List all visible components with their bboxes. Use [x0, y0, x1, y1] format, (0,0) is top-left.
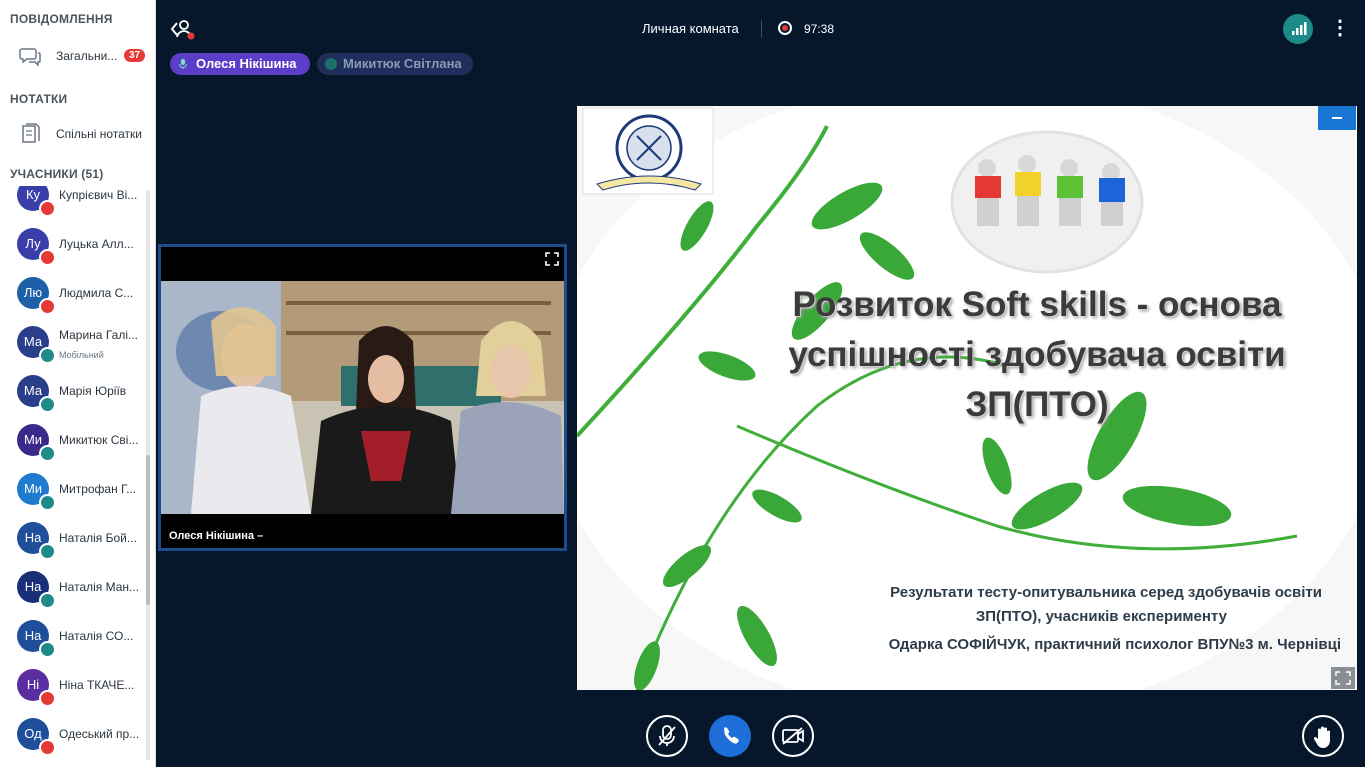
participant-item[interactable]: Ку Купрієвич Ві...	[0, 186, 148, 220]
video-name-label: Олеся Нікішина –	[169, 530, 264, 542]
participant-name: Ніна ТКАЧЕ...	[59, 678, 135, 692]
recording-timer: 97:38	[804, 22, 835, 36]
participant-name: Наталія Бой...	[59, 531, 137, 545]
participant-name: Микитюк Сві...	[59, 433, 139, 447]
chat-icon	[19, 48, 41, 67]
signal-icon	[1292, 22, 1307, 35]
listen-only-icon	[39, 543, 56, 560]
participant-item[interactable]: На Наталія Бой...	[0, 514, 148, 563]
phone-icon	[724, 727, 739, 744]
camera-button[interactable]	[772, 715, 814, 757]
listen-only-icon	[39, 494, 56, 511]
webcam-video[interactable]: Олеся Нікішина –	[158, 244, 567, 551]
expand-icon	[1335, 671, 1351, 685]
participant-item[interactable]: На Наталія Ман...	[0, 563, 148, 612]
listen-only-icon	[39, 641, 56, 658]
connection-status-button[interactable]	[1283, 14, 1313, 44]
participant-item[interactable]: На Наталія СО...	[0, 612, 148, 661]
presentation-slide[interactable]: Розвиток Soft skills - основа успішності…	[577, 106, 1357, 690]
mic-muted-icon	[39, 249, 56, 266]
participant-name: Купрієвич Ві...	[59, 188, 138, 202]
expand-icon[interactable]	[544, 251, 560, 267]
listen-only-icon	[39, 445, 56, 462]
participant-item[interactable]: Ми Митрофан Г...	[0, 465, 148, 514]
shared-notes-item[interactable]: Спільні нотатки	[0, 114, 155, 154]
raise-hand-icon	[1313, 726, 1330, 748]
leave-icon[interactable]	[170, 17, 196, 41]
participant-name: Марія Юріїв	[59, 384, 127, 398]
slide-subtitle-line1: Результати тесту-опитувальника серед здо…	[890, 584, 1322, 601]
sidebar: ПОВІДОМЛЕННЯ Загальни... 37 НОТАТКИ Спіл…	[0, 0, 156, 767]
unread-badge: 37	[124, 49, 146, 62]
participants-scroll-thumb[interactable]	[146, 455, 150, 605]
topbar-divider	[761, 20, 762, 38]
audio-button[interactable]	[709, 715, 751, 757]
mic-muted-icon	[39, 739, 56, 756]
listen-only-icon	[39, 592, 56, 609]
more-icon[interactable]: ⋮	[1330, 17, 1350, 41]
listen-only-icon	[39, 347, 56, 364]
participant-item[interactable]: Ма Марина Галі... Мобільний	[0, 318, 148, 367]
participant-item[interactable]: Лу Луцька Алл...	[0, 220, 148, 269]
slide-title: Розвиток Soft skills - основа успішності…	[788, 285, 1286, 424]
speaker-pill-active[interactable]: Олеся Нікішина	[170, 53, 310, 75]
listen-only-icon	[39, 396, 56, 413]
record-icon[interactable]	[778, 21, 792, 35]
participant-item[interactable]: Лю Людмила С...	[0, 269, 148, 318]
mic-muted-icon	[39, 200, 56, 217]
participant-item[interactable]: Од Одеський пр...	[0, 710, 148, 759]
participant-name: Людмила С...	[59, 286, 134, 300]
participant-item[interactable]: Ми Микитюк Сві...	[0, 416, 148, 465]
shared-notes-label: Спільні нотатки	[56, 127, 142, 141]
notes-icon	[22, 123, 40, 143]
webcam-feed	[161, 281, 564, 514]
room-title: Личная комната	[642, 21, 739, 36]
notes-section-title: НОТАТКИ	[10, 92, 68, 106]
camera-off-icon	[782, 727, 804, 745]
messages-section-title: ПОВІДОМЛЕННЯ	[10, 12, 113, 26]
microphone-icon	[179, 59, 187, 69]
fullscreen-button[interactable]	[1331, 667, 1355, 689]
slide-author: Одарка СОФІЙЧУК, практичний психолог ВПУ…	[888, 636, 1341, 653]
participant-name: Марина Галі...	[59, 328, 138, 342]
participant-name: Митрофан Г...	[59, 482, 137, 496]
participant-item[interactable]: Ні Ніна ТКАЧЕ...	[0, 661, 148, 710]
raise-hand-button[interactable]	[1302, 715, 1344, 757]
mic-muted-icon	[39, 298, 56, 315]
speaker-name: Микитюк Світлана	[343, 56, 462, 71]
participant-item[interactable]: Ма Марія Юріїв	[0, 367, 148, 416]
speaker-name: Олеся Нікішина	[196, 56, 297, 71]
public-chat-item[interactable]: Загальни... 37	[0, 36, 155, 76]
participants-list[interactable]: Ку Купрієвич Ві... Лу Луцька Алл... Лю Людмил…	[0, 186, 148, 767]
public-chat-label: Загальни...	[56, 49, 118, 63]
participants-section-title: УЧАСНИКИ (51)	[10, 167, 104, 181]
participant-name: Луцька Алл...	[59, 237, 134, 251]
participant-name: Наталія СО...	[59, 629, 134, 643]
participant-name: Наталія Ман...	[59, 580, 140, 594]
participant-device: Мобільний	[59, 350, 104, 360]
minimize-presentation-button[interactable]	[1318, 106, 1356, 130]
slide-subtitle-line2: ЗП(ПТО), учасників експерименту	[975, 608, 1227, 625]
speaker-pill[interactable]: Микитюк Світлана	[317, 53, 473, 75]
mic-muted-icon	[39, 690, 56, 707]
speaker-status-dot	[325, 58, 337, 70]
participant-name: Одеський пр...	[59, 727, 140, 741]
mute-button[interactable]	[646, 715, 688, 757]
mic-off-icon	[658, 725, 676, 746]
